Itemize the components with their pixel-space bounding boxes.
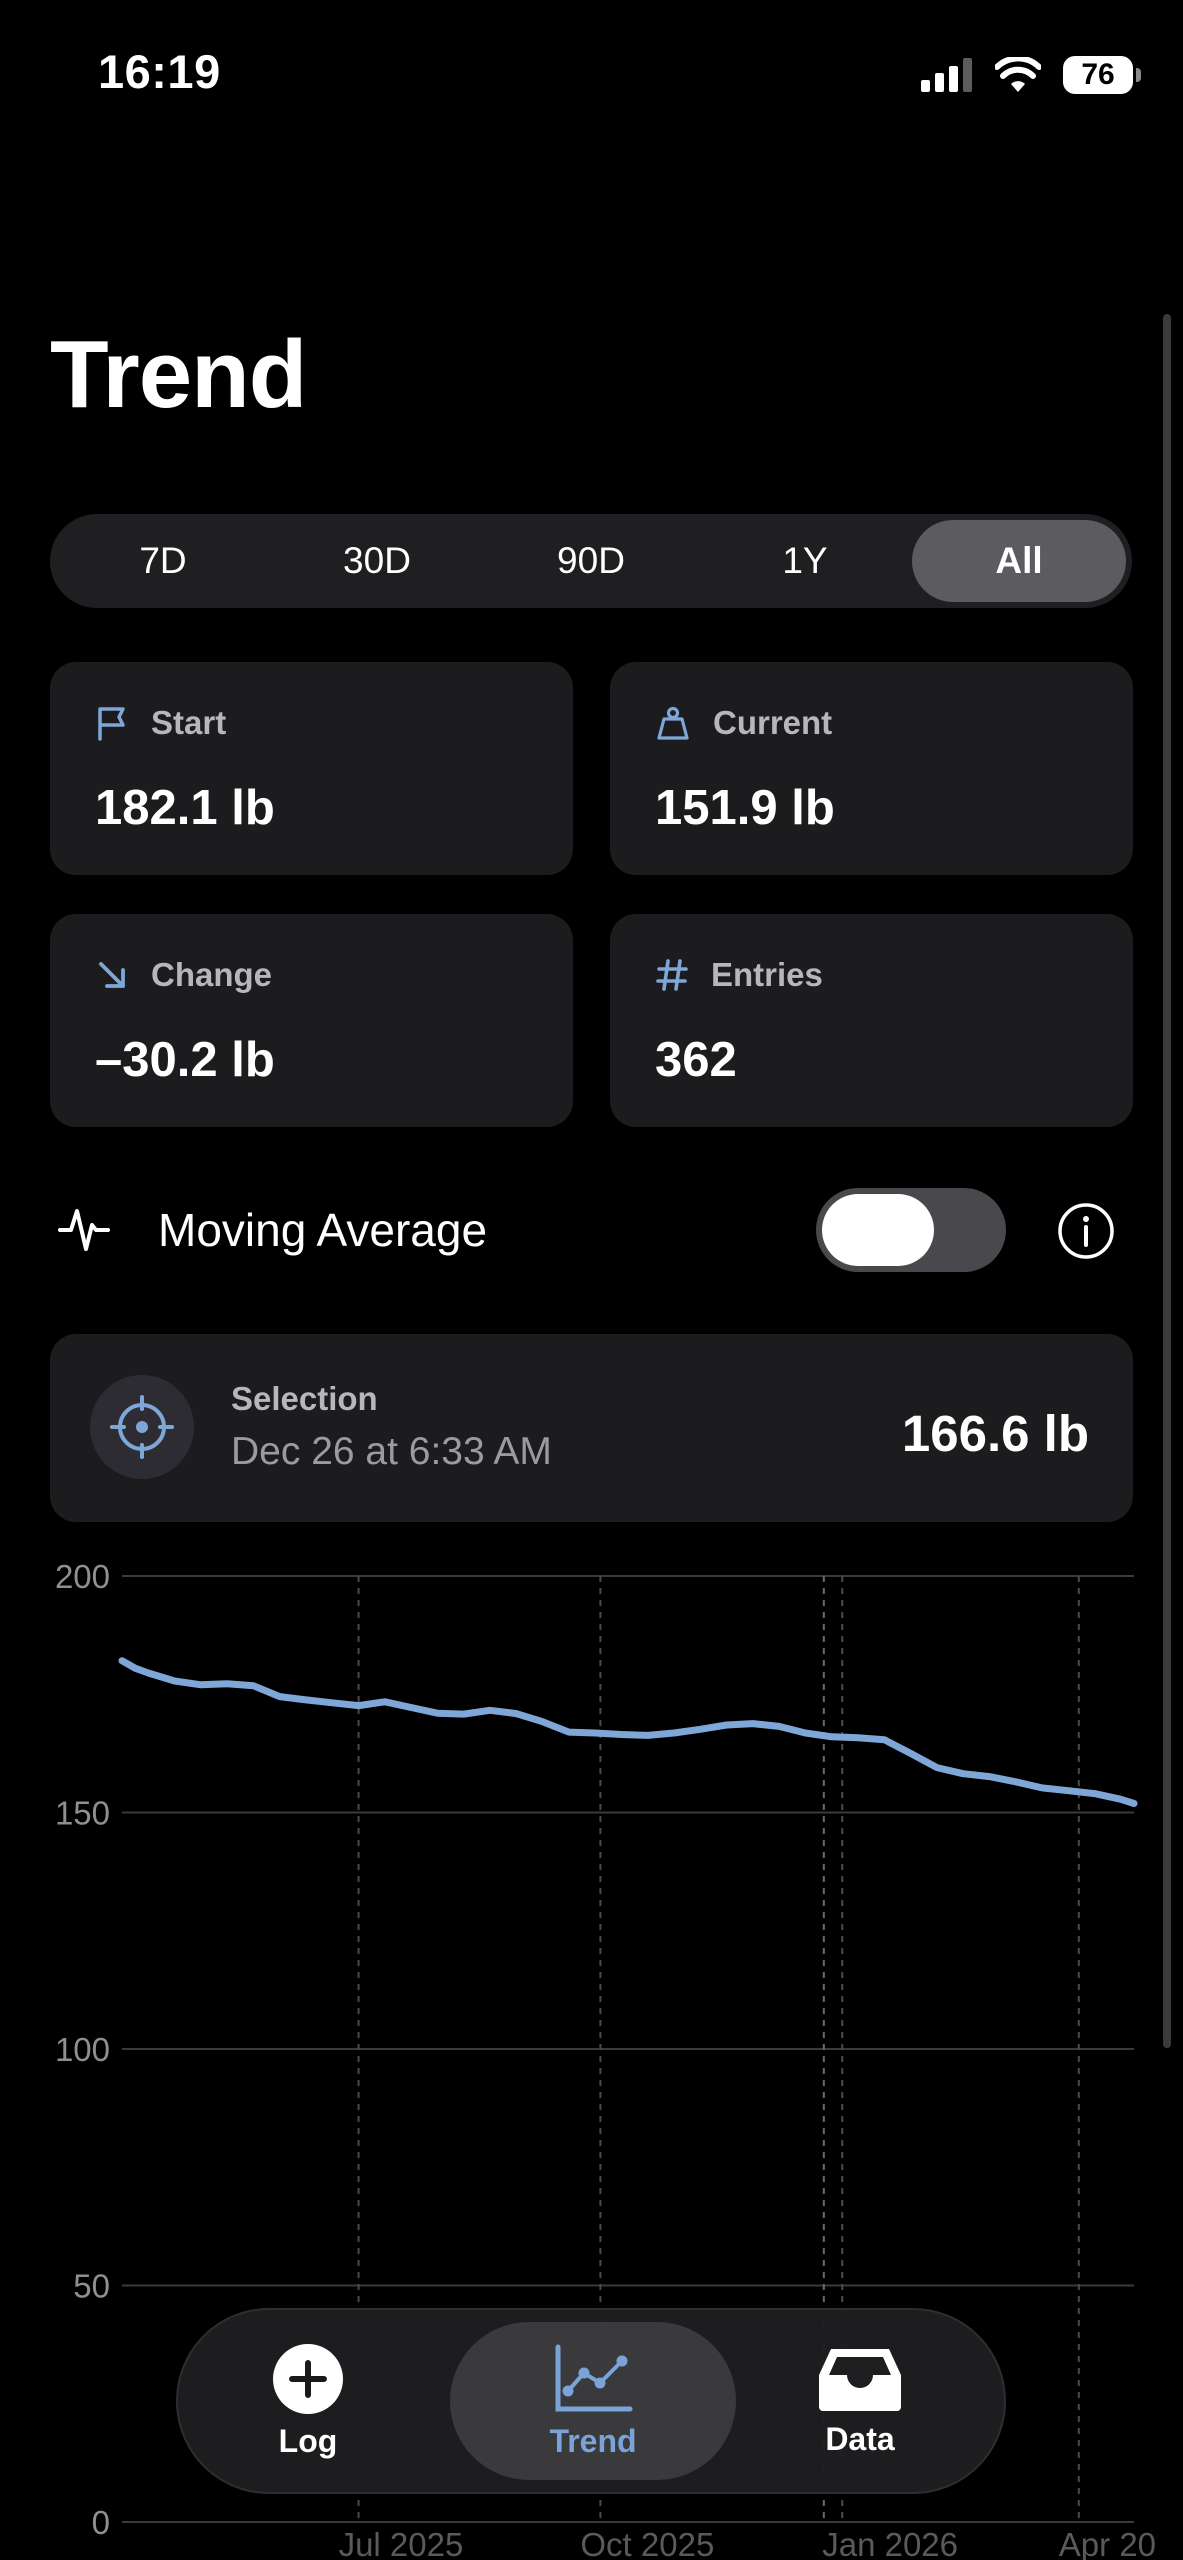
- range-1y[interactable]: 1Y: [698, 520, 912, 602]
- wifi-icon: [995, 57, 1041, 92]
- cellular-signal-icon: [921, 58, 972, 92]
- range-30d[interactable]: 30D: [270, 520, 484, 602]
- moving-average-label: Moving Average: [158, 1204, 488, 1256]
- crosshair-icon: [110, 1395, 174, 1459]
- stat-value: 362: [655, 1033, 737, 1087]
- tab-label: Trend: [549, 2422, 637, 2459]
- range-selector: 7D 30D 90D 1Y All: [50, 514, 1132, 608]
- arrow-down-right-icon: [95, 958, 129, 992]
- stat-label: Entries: [711, 956, 823, 993]
- stat-value: –30.2 lb: [95, 1033, 275, 1087]
- stat-label: Current: [713, 704, 833, 741]
- x-tick-label: Jan 2026: [822, 2526, 958, 2560]
- range-90d[interactable]: 90D: [484, 520, 698, 602]
- stat-value: 182.1 lb: [95, 781, 275, 835]
- range-all[interactable]: All: [912, 520, 1126, 602]
- y-tick-label: 0: [92, 2504, 110, 2541]
- selection-card: Selection Dec 26 at 6:33 AM 166.6 lb: [50, 1334, 1133, 1522]
- stat-card-change: Change –30.2 lb: [50, 914, 573, 1127]
- moving-average-toggle[interactable]: [816, 1188, 1006, 1272]
- y-tick-label: 100: [55, 2031, 110, 2068]
- selection-icon-badge: [90, 1375, 194, 1479]
- selection-value: 166.6 lb: [901, 1405, 1089, 1462]
- toggle-knob: [822, 1194, 934, 1266]
- tab-log[interactable]: Log: [218, 2322, 398, 2480]
- x-tick-label: Oct 2025: [580, 2526, 714, 2560]
- stat-card-current: Current 151.9 lb: [610, 662, 1133, 875]
- weight-series-line: [118, 1657, 1138, 1807]
- y-tick-label: 150: [55, 1795, 110, 1832]
- stat-card-start: Start 182.1 lb: [50, 662, 573, 875]
- battery-indicator: 76: [1063, 56, 1141, 94]
- stat-label: Start: [151, 704, 227, 741]
- stat-value: 151.9 lb: [655, 781, 835, 835]
- x-tick-label: Apr 20: [1059, 2526, 1156, 2560]
- x-tick-label: Jul 2025: [339, 2526, 464, 2560]
- info-button[interactable]: [1057, 1202, 1115, 1265]
- status-icons: 76: [921, 50, 1141, 100]
- waveform-icon: [58, 1203, 110, 1262]
- battery-level: 76: [1081, 58, 1115, 91]
- tab-trend[interactable]: Trend: [450, 2322, 736, 2480]
- stat-card-entries: Entries 362: [610, 914, 1133, 1127]
- y-tick-label: 50: [73, 2268, 110, 2305]
- selection-date: Dec 26 at 6:33 AM: [231, 1430, 552, 1473]
- tab-data[interactable]: Data: [770, 2322, 950, 2480]
- plus-circle-icon: [273, 2343, 343, 2414]
- tab-label: Log: [278, 2422, 338, 2459]
- y-tick-label: 200: [55, 1558, 110, 1595]
- page-title: Trend: [50, 321, 307, 428]
- hash-icon: [655, 958, 689, 992]
- tab-label: Data: [825, 2420, 895, 2457]
- scale-weight-icon: [655, 705, 691, 741]
- status-time: 16:19: [98, 45, 221, 98]
- tab-bar: Log Trend Data: [176, 2308, 1006, 2494]
- selection-title: Selection: [231, 1380, 378, 1417]
- range-7d[interactable]: 7D: [56, 520, 270, 602]
- flag-icon: [95, 705, 129, 741]
- chart-line-icon: [555, 2344, 633, 2411]
- tray-icon: [819, 2348, 901, 2411]
- stat-label: Change: [151, 956, 273, 993]
- info-icon: [1058, 1203, 1114, 1259]
